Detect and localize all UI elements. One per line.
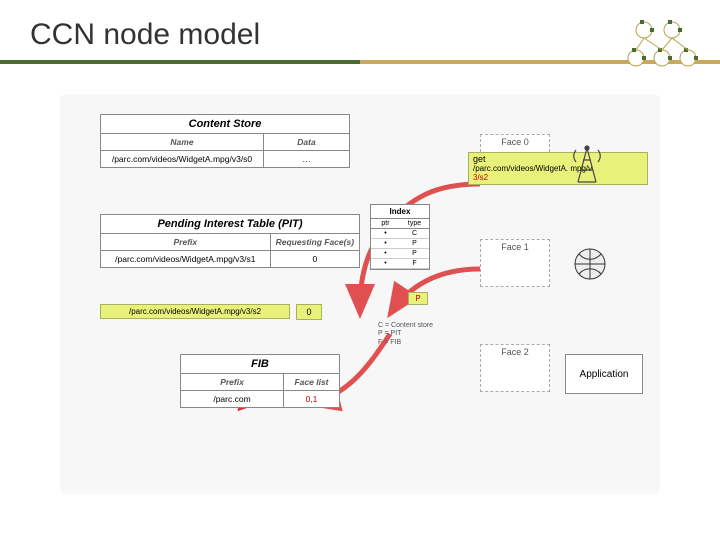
table-row: •P [371, 249, 429, 259]
page-title: CCN node model [30, 18, 720, 52]
face-2: Face 2 [480, 344, 550, 392]
application-box: Application [565, 354, 643, 394]
pit-row2-prefix-overlay: /parc.com/videos/WidgetA.mpg/v3/s2 [100, 304, 290, 319]
fib-panel: FIB Prefix Face list /parc.com 0,1 [180, 354, 340, 408]
table-row: •P [371, 239, 429, 249]
pit-title: Pending Interest Table (PIT) [101, 215, 359, 234]
cs-col-data: Data [264, 134, 349, 150]
table-row: /parc.com/videos/WidgetA.mpg/v3/s0 … [101, 151, 349, 167]
ccn-diagram: Content Store Name Data /parc.com/videos… [60, 94, 660, 494]
content-store-title: Content Store [101, 115, 349, 134]
index-col-ptr: ptr [371, 219, 400, 228]
cs-row1-data: … [264, 151, 349, 167]
pit-row1-prefix: /parc.com/videos/WidgetA.mpg/v3/s1 [101, 251, 271, 267]
antenna-icon [570, 144, 604, 184]
index-legend: C = Content store P = PIT F = FIB [378, 322, 433, 347]
content-store-panel: Content Store Name Data /parc.com/videos… [100, 114, 350, 168]
pit-panel: Pending Interest Table (PIT) Prefix Requ… [100, 214, 360, 268]
pit-row1-faces: 0 [271, 251, 359, 267]
face-1: Face 1 [480, 239, 550, 287]
cs-row1-name: /parc.com/videos/WidgetA.mpg/v3/s0 [101, 151, 264, 167]
fib-row1-prefix: /parc.com [181, 391, 284, 407]
table-row: /parc.com 0,1 [181, 391, 339, 407]
pit-col-prefix: Prefix [101, 234, 271, 250]
network-ornament-icon [622, 14, 702, 74]
table-row: •F [371, 259, 429, 269]
request-line3: 3/s2 [473, 174, 643, 183]
fib-col-faces: Face list [284, 374, 339, 390]
fib-col-prefix: Prefix [181, 374, 284, 390]
pit-col-faces: Requesting Face(s) [271, 234, 359, 250]
cs-col-name: Name [101, 134, 264, 150]
index-title: Index [371, 205, 429, 219]
index-col-type: type [400, 219, 429, 228]
fib-row1-faces: 0,1 [284, 391, 339, 407]
request-label: get /parc.com/videos/WidgetA. mpg/v 3/s2 [468, 152, 648, 185]
index-extra-p: P [408, 292, 428, 305]
globe-icon [570, 244, 610, 284]
index-panel: Index ptr type •C •P •P •F [370, 204, 430, 270]
table-row: /parc.com/videos/WidgetA.mpg/v3/s1 0 [101, 251, 359, 267]
fib-title: FIB [181, 355, 339, 374]
request-line2: /parc.com/videos/WidgetA. mpg/v [473, 165, 643, 174]
pit-row2-faces-overlay: 0 [296, 304, 322, 320]
table-row: •C [371, 229, 429, 239]
